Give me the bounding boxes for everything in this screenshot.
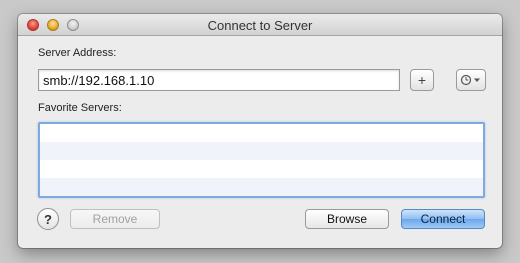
connect-button[interactable]: Connect — [401, 209, 485, 229]
title-bar: Connect to Server — [18, 14, 502, 36]
window-title: Connect to Server — [207, 18, 313, 33]
browse-button[interactable]: Browse — [305, 209, 389, 229]
help-button[interactable]: ? — [37, 208, 59, 230]
list-item — [40, 178, 483, 196]
plus-icon: + — [417, 72, 427, 88]
list-item — [40, 142, 483, 160]
clock-icon — [460, 74, 480, 86]
favorite-servers-label: Favorite Servers: — [38, 102, 122, 114]
chevron-down-icon — [474, 78, 480, 82]
server-address-input[interactable] — [38, 69, 400, 91]
favorite-servers-list[interactable] — [38, 122, 485, 198]
list-item — [40, 160, 483, 178]
remove-button[interactable]: Remove — [70, 209, 160, 229]
help-icon: ? — [44, 211, 52, 227]
list-item — [40, 124, 483, 142]
add-favorite-button[interactable]: + — [410, 69, 434, 91]
recent-servers-button[interactable] — [456, 69, 486, 91]
server-address-label: Server Address: — [38, 47, 117, 59]
connect-to-server-window: Connect to Server Server Address: + Favo… — [18, 14, 502, 248]
